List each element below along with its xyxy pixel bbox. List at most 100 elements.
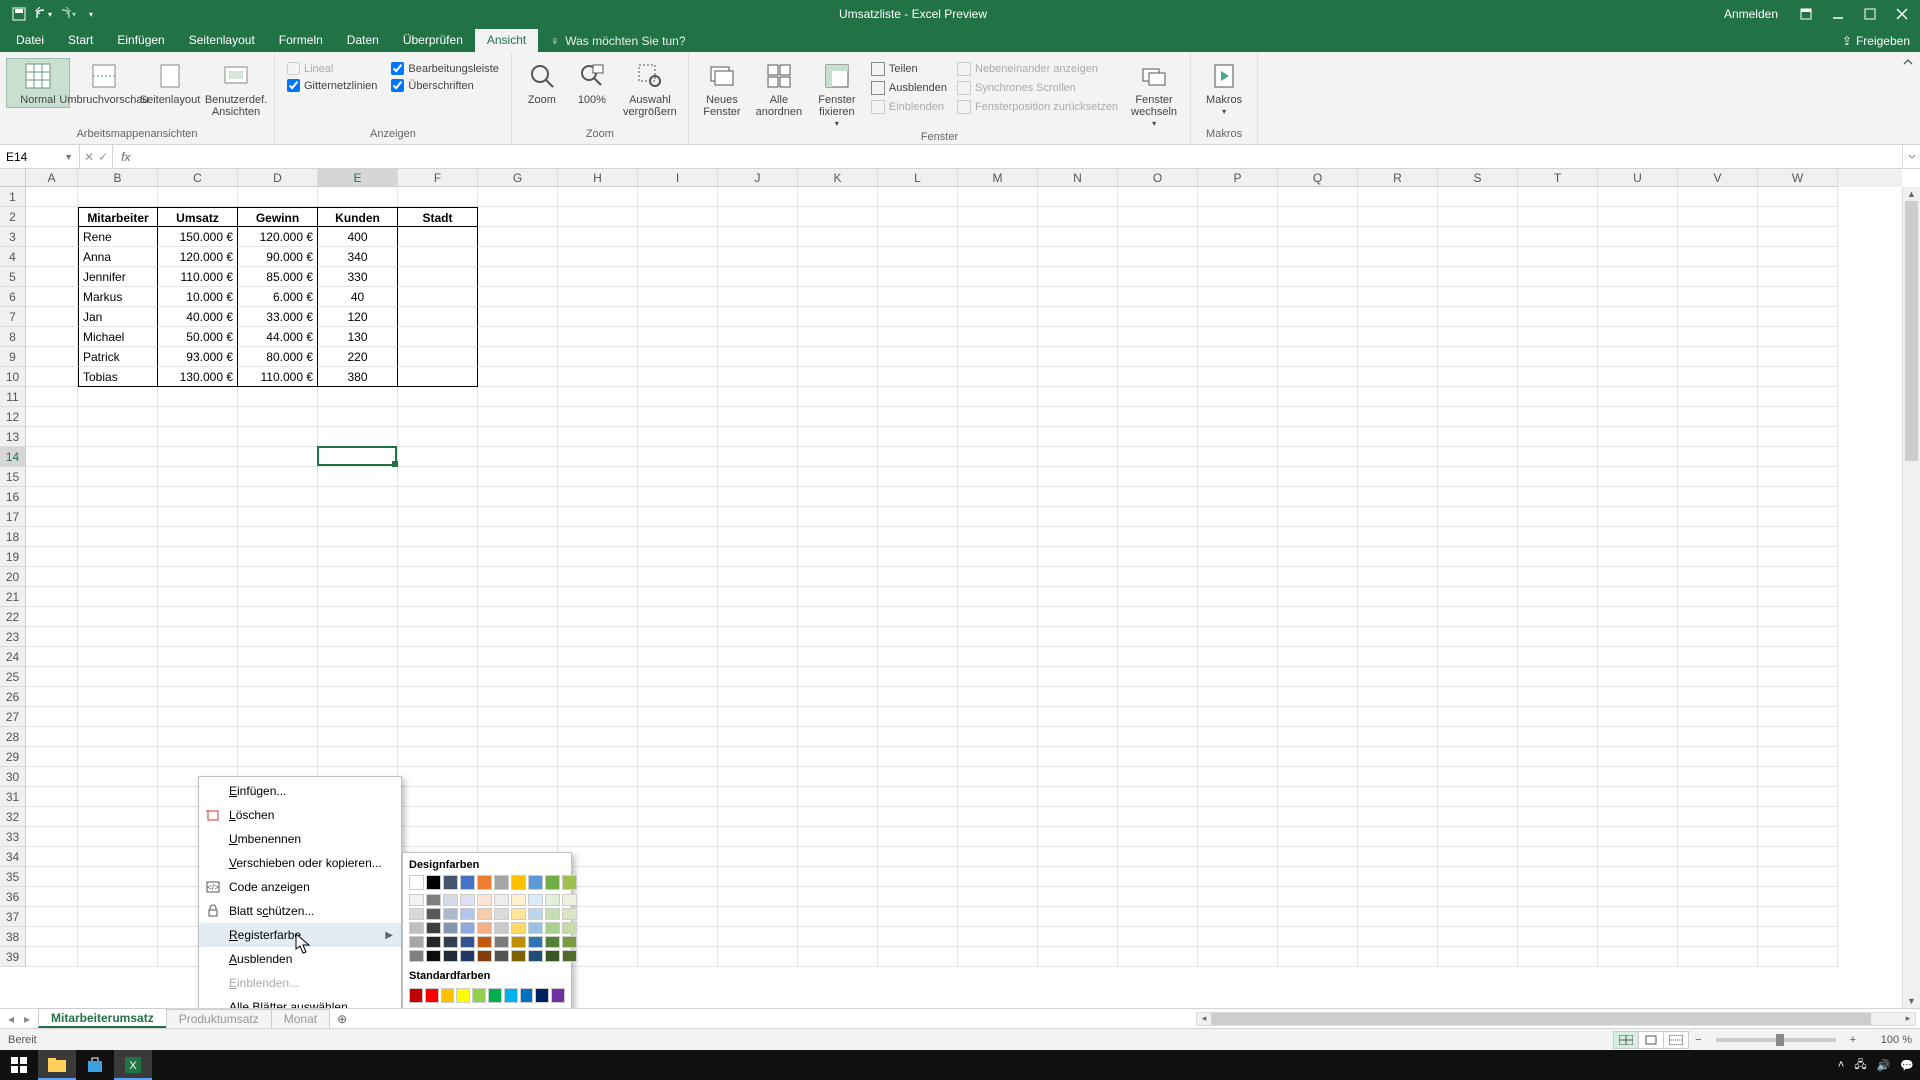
cell[interactable] bbox=[638, 827, 718, 847]
col-header-A[interactable]: A bbox=[26, 169, 78, 187]
cell[interactable] bbox=[78, 467, 158, 487]
tint-swatch[interactable] bbox=[562, 908, 577, 920]
cell[interactable] bbox=[398, 327, 478, 347]
cell[interactable] bbox=[638, 407, 718, 427]
cell[interactable] bbox=[1678, 787, 1758, 807]
cell[interactable] bbox=[1278, 847, 1358, 867]
tint-swatch[interactable] bbox=[511, 894, 526, 906]
cell[interactable] bbox=[638, 567, 718, 587]
cell[interactable] bbox=[398, 547, 478, 567]
cell[interactable] bbox=[958, 747, 1038, 767]
cell[interactable] bbox=[1758, 887, 1838, 907]
row-header-38[interactable]: 38 bbox=[0, 927, 26, 947]
redo-icon[interactable]: ▾ bbox=[56, 3, 78, 25]
cell[interactable] bbox=[798, 707, 878, 727]
col-header-B[interactable]: B bbox=[78, 169, 158, 187]
cell[interactable] bbox=[1278, 627, 1358, 647]
cell[interactable] bbox=[1038, 407, 1118, 427]
cell[interactable] bbox=[718, 307, 798, 327]
cell[interactable] bbox=[26, 647, 78, 667]
cell[interactable] bbox=[1438, 587, 1518, 607]
cell[interactable] bbox=[1598, 227, 1678, 247]
cell[interactable] bbox=[1598, 307, 1678, 327]
cell[interactable] bbox=[958, 687, 1038, 707]
cell[interactable] bbox=[26, 527, 78, 547]
cell[interactable] bbox=[1678, 307, 1758, 327]
cell[interactable] bbox=[1198, 607, 1278, 627]
cell[interactable] bbox=[958, 247, 1038, 267]
cell[interactable] bbox=[958, 287, 1038, 307]
cell[interactable] bbox=[238, 747, 318, 767]
ribbon-tab-seitenlayout[interactable]: Seitenlayout bbox=[177, 29, 267, 52]
tint-swatch[interactable] bbox=[477, 950, 492, 962]
cell[interactable] bbox=[1438, 607, 1518, 627]
cell[interactable] bbox=[1038, 327, 1118, 347]
cell[interactable] bbox=[1118, 627, 1198, 647]
cell[interactable] bbox=[1598, 747, 1678, 767]
row-header-16[interactable]: 16 bbox=[0, 487, 26, 507]
cell[interactable] bbox=[78, 747, 158, 767]
cell[interactable] bbox=[1518, 287, 1598, 307]
zoom-selection-button[interactable]: Auswahl vergrößern bbox=[618, 58, 682, 120]
cell[interactable] bbox=[1198, 767, 1278, 787]
cell[interactable] bbox=[718, 707, 798, 727]
row-header-19[interactable]: 19 bbox=[0, 547, 26, 567]
cell[interactable] bbox=[1518, 207, 1598, 227]
cell[interactable] bbox=[1118, 487, 1198, 507]
row-header-13[interactable]: 13 bbox=[0, 427, 26, 447]
cell[interactable] bbox=[558, 727, 638, 747]
cell[interactable] bbox=[1278, 227, 1358, 247]
cell[interactable] bbox=[1278, 707, 1358, 727]
standard-swatch[interactable] bbox=[409, 988, 423, 1003]
cell[interactable] bbox=[878, 927, 958, 947]
cell[interactable] bbox=[318, 407, 398, 427]
cell[interactable] bbox=[718, 187, 798, 207]
cell[interactable] bbox=[26, 467, 78, 487]
tint-swatch[interactable] bbox=[477, 922, 492, 934]
cell[interactable] bbox=[1118, 527, 1198, 547]
cell[interactable] bbox=[158, 407, 238, 427]
cell[interactable] bbox=[958, 507, 1038, 527]
cell[interactable] bbox=[478, 707, 558, 727]
cell[interactable] bbox=[478, 767, 558, 787]
cell[interactable] bbox=[26, 347, 78, 367]
cell[interactable]: Patrick bbox=[78, 347, 158, 367]
cell[interactable] bbox=[1758, 927, 1838, 947]
cell[interactable] bbox=[1358, 587, 1438, 607]
cell[interactable] bbox=[1358, 407, 1438, 427]
cell[interactable] bbox=[238, 407, 318, 427]
zoom-out-button[interactable]: − bbox=[1689, 1034, 1707, 1046]
cell[interactable] bbox=[1278, 207, 1358, 227]
cell[interactable] bbox=[798, 427, 878, 447]
cell[interactable] bbox=[638, 587, 718, 607]
cell[interactable] bbox=[1118, 307, 1198, 327]
cell[interactable] bbox=[718, 927, 798, 947]
column-headers[interactable]: ABCDEFGHIJKLMNOPQRSTUVW bbox=[26, 169, 1902, 187]
cell[interactable] bbox=[718, 747, 798, 767]
cell[interactable] bbox=[238, 527, 318, 547]
cell[interactable] bbox=[26, 447, 78, 467]
cell[interactable] bbox=[558, 667, 638, 687]
col-header-R[interactable]: R bbox=[1358, 169, 1438, 187]
tint-swatch[interactable] bbox=[477, 894, 492, 906]
cell[interactable] bbox=[558, 247, 638, 267]
cell[interactable] bbox=[78, 547, 158, 567]
cell[interactable] bbox=[26, 487, 78, 507]
cell[interactable] bbox=[26, 187, 78, 207]
cell[interactable] bbox=[478, 207, 558, 227]
cell[interactable] bbox=[558, 207, 638, 227]
cell[interactable] bbox=[1198, 887, 1278, 907]
cell[interactable] bbox=[158, 627, 238, 647]
cell[interactable] bbox=[1038, 307, 1118, 327]
cell[interactable] bbox=[1358, 227, 1438, 247]
cell[interactable] bbox=[718, 207, 798, 227]
cell[interactable] bbox=[478, 787, 558, 807]
cell[interactable] bbox=[878, 947, 958, 967]
cell[interactable]: Umsatz bbox=[158, 207, 238, 227]
cell[interactable] bbox=[1678, 227, 1758, 247]
cell[interactable] bbox=[1118, 267, 1198, 287]
ctx-verschieben-oder-kopieren-[interactable]: Verschieben oder kopieren... bbox=[199, 851, 401, 875]
cell[interactable] bbox=[158, 607, 238, 627]
cell[interactable] bbox=[1118, 647, 1198, 667]
cell[interactable] bbox=[1518, 387, 1598, 407]
